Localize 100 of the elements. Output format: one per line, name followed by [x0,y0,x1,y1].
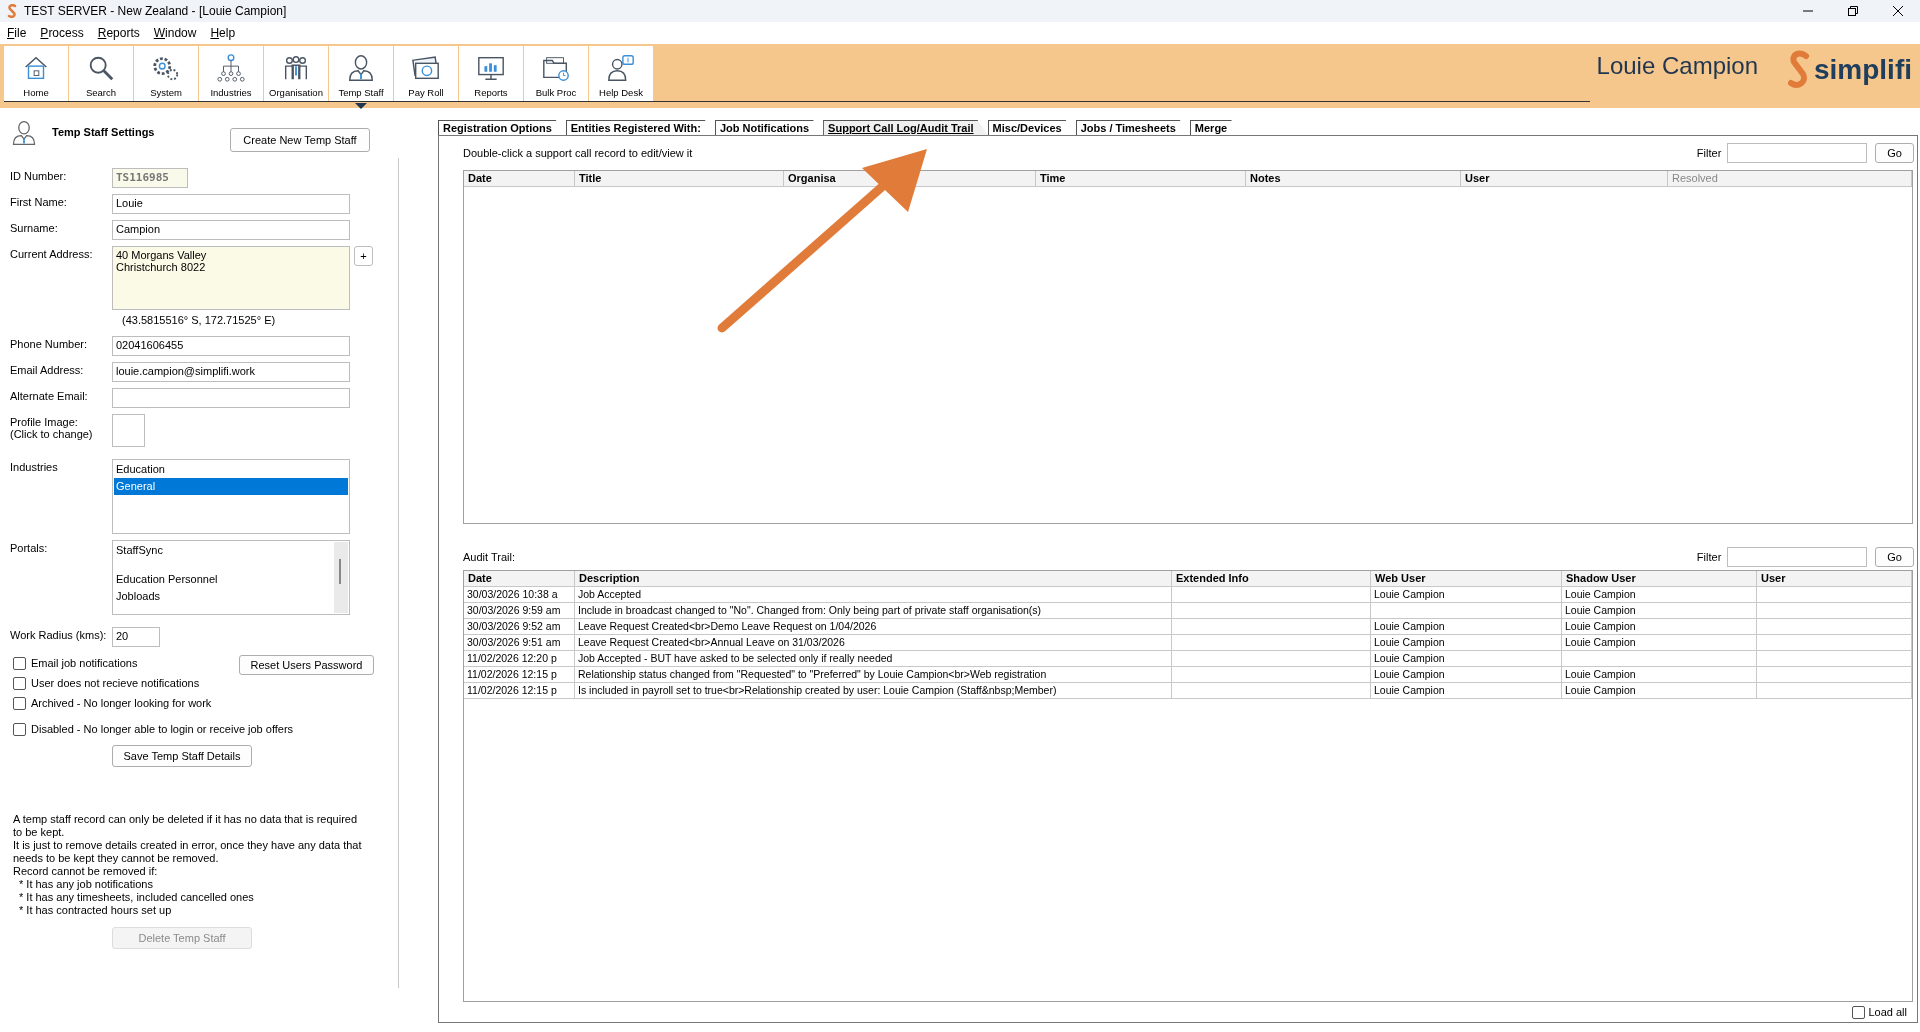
table-cell: 11/02/2026 12:15 p [464,683,575,698]
list-item[interactable]: General [114,478,348,495]
column-header[interactable]: Web User [1371,571,1562,586]
checkbox-label: User does not recieve notifications [31,677,200,689]
checkbox[interactable] [13,696,26,710]
table-cell: Is included in payroll set to true<br>Relationship created by user: Louie Campion (Staff&nbsp;Member) [575,683,1172,698]
note-text: * It has contracted hours set up [18,904,173,917]
window-title: TEST SERVER - New Zealand - [Louie Campion] [24,4,288,18]
filter-field[interactable] [1727,143,1868,163]
reset-password-button[interactable]: Reset Users Password [239,655,374,675]
list-item[interactable]: Education Personnel [114,571,334,588]
user-name: Louie Campion [1596,52,1758,80]
toolbar-button[interactable]: System [134,46,198,101]
toolbar-button[interactable]: Industries [199,46,263,101]
section-label: Audit Trail: [463,551,516,563]
logo-wordmark: simplifi [1814,54,1912,86]
table-cell: Louie Campion [1562,683,1757,698]
table-cell: 11/02/2026 12:20 p [464,651,575,666]
toolbar-button[interactable]: Search [69,46,133,101]
menu-item[interactable]: Process [40,26,84,40]
filter-label: Filter [1696,551,1722,563]
table-cell: Louie Campion [1371,667,1562,682]
field-label: Profile Image: (Click to change) [10,415,94,440]
column-header[interactable]: Shadow User [1562,571,1757,586]
toolbar-button[interactable]: Reports [459,46,523,101]
section-heading: Temp Staff Settings [52,126,156,138]
toolbar-button[interactable]: Bulk Proc [524,46,588,101]
column-header[interactable]: Description [575,571,1172,586]
list-item[interactable]: Education [114,461,348,478]
table-cell: Louie Campion [1371,683,1562,698]
column-header[interactable]: Extended Info [1172,571,1371,586]
note-text: * It has any timesheets, included cancelled ones [18,891,255,904]
checkbox[interactable] [13,676,26,690]
toolbar-button[interactable]: Home [4,46,68,101]
table-cell: Louie Campion [1371,619,1562,634]
text-field[interactable]: TS116985 [112,168,188,188]
text-field[interactable]: Campion [112,220,350,240]
table-cell: Job Accepted [575,587,1172,602]
logo-icon [1786,50,1812,90]
checkbox[interactable] [1852,1005,1866,1019]
checkbox[interactable] [13,656,26,670]
menu-item[interactable]: Reports [97,26,140,40]
checkbox-label: Email job notifications [31,657,138,669]
save-button[interactable]: Save Temp Staff Details [112,745,252,767]
column-header[interactable]: Title [575,171,784,186]
field-label: Phone Number: [10,337,89,350]
table-cell: Louie Campion [1562,667,1757,682]
column-header[interactable]: Time [1036,171,1246,186]
column-header[interactable]: Date [464,171,575,186]
menu-item[interactable]: Help [210,26,236,40]
note-text: It is just to remove details created in error, once they have any data that needs to be kept they cannot be removed. [13,839,363,865]
scrollbar-thumb[interactable] [339,559,341,584]
coordinates-text: (43.5815516° S, 172.71525° E) [122,314,277,326]
checkbox[interactable] [13,722,26,736]
column-header[interactable]: User [1461,171,1668,186]
column-header[interactable]: Date [464,571,575,586]
text-field[interactable]: louie.campion@simplifi.work [112,362,350,382]
app-logo-icon [6,4,18,18]
table-cell: 30/03/2026 9:51 am [464,635,575,650]
profile-image-box[interactable] [112,414,145,447]
table-cell: Leave Request Created<br>Demo Leave Request on 1/04/2026 [575,619,1172,634]
field-label: First Name: [10,195,68,208]
go-button[interactable]: Go [1875,143,1914,163]
toolbar-button[interactable]: Organisation [264,46,328,101]
create-button[interactable]: Create New Temp Staff [230,128,370,152]
text-field[interactable]: 02041606455 [112,336,350,356]
table-cell: Louie Campion [1371,635,1562,650]
list-item[interactable]: Jobloads [114,588,334,605]
field-label: ID Number: [10,169,68,182]
table-cell: Leave Request Created<br>Annual Leave on 31/03/2026 [575,635,1172,650]
table-cell: Louie Campion [1371,587,1562,602]
support-person-icon [606,53,636,83]
toolbar-button[interactable]: Pay Roll [394,46,458,101]
column-header[interactable]: Notes [1246,171,1461,186]
industries-list[interactable]: Education General [112,459,350,534]
table-cell: 30/03/2026 10:38 a [464,587,575,602]
checkbox-label: Disabled - No longer able to login or receive job offers [31,723,294,735]
field-label: Surname: [10,221,59,234]
portals-list[interactable]: StaffSync Education Personnel Jobloads [112,540,350,615]
text-field[interactable]: Louie [112,194,350,214]
address-field[interactable]: 40 Morgans Valley Christchurch 8022 [112,246,350,310]
field-label: Industries [10,460,59,473]
table-cell: Louie Campion [1371,651,1562,666]
table-cell: Louie Campion [1562,635,1757,650]
menu-item[interactable]: Window [153,26,197,40]
add-button[interactable]: + [354,246,373,266]
toolbar-button[interactable]: Help Desk [589,46,653,101]
table-cell: 11/02/2026 12:15 p [464,667,575,682]
field-label: Email Address: [10,363,85,376]
toolbar-button[interactable]: Temp Staff [329,46,393,101]
filter-field[interactable] [1727,547,1868,567]
text-field[interactable] [112,388,350,408]
column-header[interactable]: User [1757,571,1912,586]
note-text: A temp staff record can only be deleted if it has no data that is required to be kept. [13,813,359,839]
tab[interactable]: Support Call Log/Audit Trail [823,120,988,135]
menu-item[interactable]: File [7,26,27,40]
list-item[interactable]: StaffSync [114,542,334,559]
go-button[interactable]: Go [1875,547,1914,567]
table-cell: Louie Campion [1562,619,1757,634]
text-field[interactable]: 20 [112,627,160,647]
